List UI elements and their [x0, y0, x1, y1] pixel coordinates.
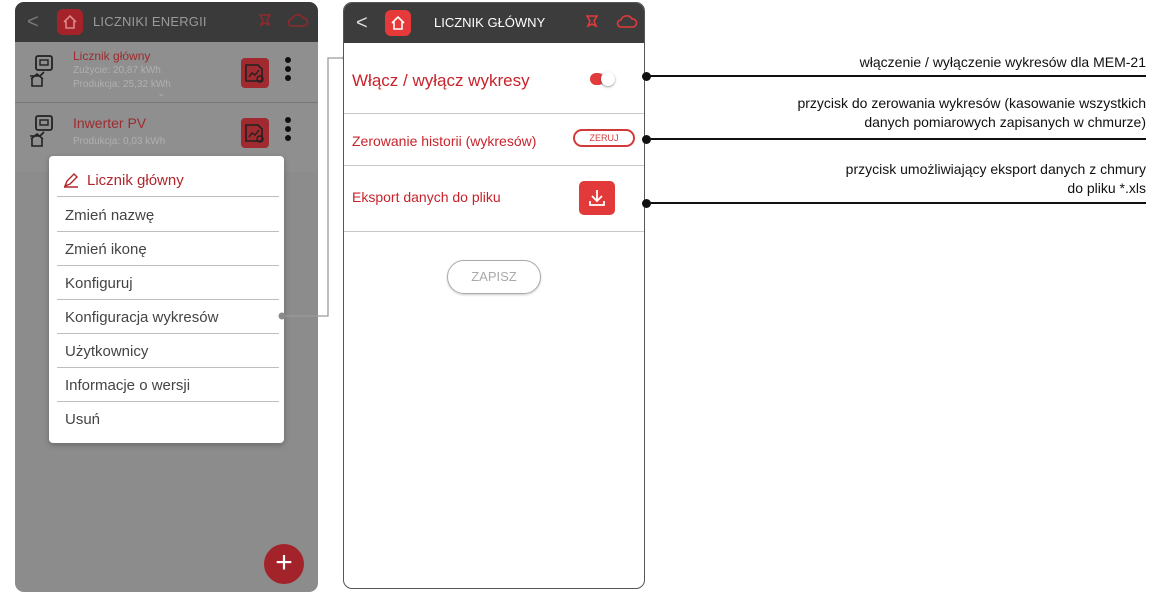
annotation-toggle: włączenie / wyłączenie wykresów dla MEM-… — [859, 54, 1146, 70]
reset-history-label: Zerowanie historii (wykresów) — [352, 133, 537, 149]
reset-history-row: Zerowanie historii (wykresów) ZERUJ — [344, 113, 644, 166]
bell-icon[interactable] — [584, 13, 600, 29]
cloud-icon[interactable] — [616, 15, 638, 29]
export-row: Eksport danych do pliku — [344, 165, 644, 232]
home-icon[interactable] — [385, 10, 411, 36]
right-screen: < LICZNIK GŁÓWNY Włącz / wyłącz wykresy … — [343, 2, 645, 589]
callout-line — [646, 138, 1146, 140]
charts-toggle-row: Włącz / wyłącz wykresy — [344, 45, 644, 114]
callout-line — [646, 202, 1146, 204]
charts-toggle[interactable] — [590, 72, 615, 86]
callout-line — [646, 75, 1146, 77]
annotation-reset-line2: danych pomiarowych zapisanych w chmurze) — [864, 114, 1146, 130]
save-button[interactable]: ZAPISZ — [447, 260, 541, 294]
app-header: < LICZNIK GŁÓWNY — [344, 3, 644, 43]
charts-toggle-label: Włącz / wyłącz wykresy — [352, 71, 530, 90]
export-label: Eksport danych do pliku — [352, 189, 501, 205]
download-icon — [589, 190, 605, 206]
back-button[interactable]: < — [356, 12, 368, 34]
annotation-export-line2: do pliku *.xls — [1067, 180, 1146, 196]
annotation-export-line1: przycisk umożliwiający eksport danych z … — [845, 161, 1146, 177]
header-title: LICZNIK GŁÓWNY — [434, 15, 546, 30]
export-button[interactable] — [579, 181, 615, 215]
reset-button[interactable]: ZERUJ — [573, 129, 635, 147]
annotation-reset-line1: przycisk do zerowania wykresów (kasowani… — [797, 95, 1146, 111]
